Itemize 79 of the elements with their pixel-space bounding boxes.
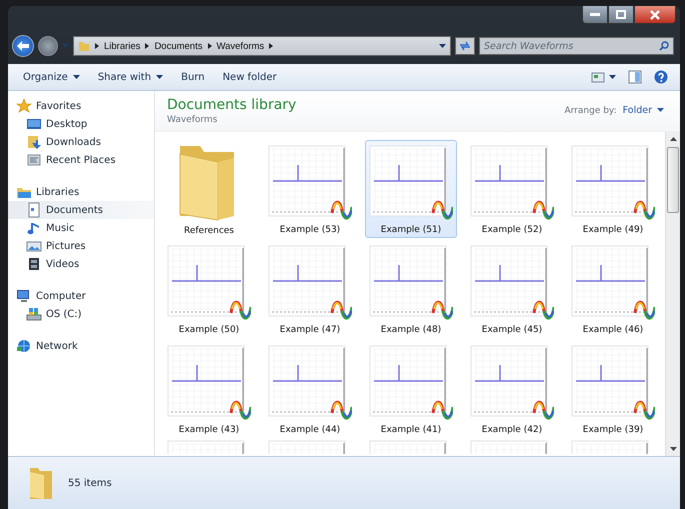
- minimize-button[interactable]: [582, 6, 608, 24]
- file-item[interactable]: Example (41): [365, 340, 457, 438]
- scroll-down-icon[interactable]: [670, 447, 676, 451]
- chevron-icon: [208, 43, 212, 49]
- recent-icon: [26, 152, 42, 168]
- nav-item[interactable]: OS (C:): [8, 305, 154, 323]
- file-item[interactable]: Example (46): [567, 240, 659, 338]
- help-icon: [654, 70, 668, 84]
- file-item[interactable]: Example (43): [163, 340, 255, 438]
- nav-item[interactable]: Music: [8, 219, 154, 237]
- toolbar-button[interactable]: Share with: [90, 68, 170, 86]
- file-item[interactable]: References: [163, 140, 255, 238]
- chevron-icon: [269, 43, 274, 49]
- caret-icon: [657, 108, 664, 113]
- back-button[interactable]: [12, 35, 34, 57]
- search-icon: [659, 41, 669, 51]
- computer-icon: [16, 288, 32, 304]
- minimize-icon: [590, 12, 600, 16]
- toolbar-button[interactable]: Burn: [174, 68, 212, 86]
- folder-icon: [78, 40, 90, 52]
- history-caret-icon: [62, 44, 69, 48]
- library-title: Documents library: [167, 97, 296, 113]
- file-item[interactable]: Example (47): [264, 240, 356, 338]
- star-icon: [16, 98, 32, 114]
- library-subtitle: Waveforms: [167, 115, 218, 125]
- folder-icon: [28, 466, 54, 500]
- arrange-dropdown[interactable]: Folder: [622, 105, 664, 116]
- desktop-icon: [26, 116, 42, 132]
- scroll-up-icon[interactable]: [670, 137, 676, 141]
- breadcrumb[interactable]: Waveforms: [216, 40, 264, 52]
- maximize-button[interactable]: [608, 6, 634, 24]
- toolbar-button[interactable]: New folder: [216, 68, 284, 86]
- file-item[interactable]: Example (51): [365, 140, 457, 238]
- file-item[interactable]: Example (49): [567, 140, 659, 238]
- nav-item[interactable]: Downloads: [8, 133, 154, 151]
- file-item[interactable]: Example (45): [466, 240, 558, 338]
- forward-button[interactable]: [38, 36, 58, 56]
- nav-item[interactable]: Pictures: [8, 237, 154, 255]
- scrollbar-thumb[interactable]: [667, 147, 679, 213]
- nav-group[interactable]: Computer: [8, 287, 154, 305]
- breadcrumb[interactable]: Libraries: [104, 40, 140, 52]
- nav-group[interactable]: Favorites: [8, 97, 154, 115]
- drive-icon: [26, 306, 42, 322]
- back-arrow-icon: [17, 41, 29, 51]
- downloads-icon: [26, 134, 42, 150]
- nav-item[interactable]: Desktop: [8, 115, 154, 133]
- file-item[interactable]: Example (42): [466, 340, 558, 438]
- caret-icon: [609, 74, 616, 80]
- toolbar-button[interactable]: Organize: [16, 68, 87, 86]
- chevron-icon: [145, 43, 150, 49]
- file-item[interactable]: Example (50): [163, 240, 255, 338]
- breadcrumb[interactable]: Documents: [154, 40, 202, 52]
- file-item[interactable]: Example (48): [365, 240, 457, 338]
- file-item[interactable]: Example (53): [264, 140, 356, 238]
- network-icon: [16, 338, 32, 354]
- chevron-icon: [95, 43, 99, 49]
- nav-item[interactable]: Videos: [8, 255, 154, 273]
- refresh-icon: [459, 41, 471, 51]
- refresh-button[interactable]: [455, 37, 475, 55]
- file-item[interactable]: Example (44): [264, 340, 356, 438]
- dropdown-caret-icon: [439, 44, 446, 48]
- nav-item[interactable]: Recent Places: [8, 151, 154, 169]
- view-icon: [591, 71, 605, 83]
- nav-item[interactable]: Documents: [8, 201, 154, 219]
- close-button[interactable]: [634, 6, 676, 24]
- nav-group[interactable]: Network: [8, 337, 154, 355]
- address-bar[interactable]: Libraries Documents Waveforms: [73, 36, 451, 56]
- music-icon: [26, 220, 42, 236]
- videos-icon: [26, 256, 42, 272]
- item-count: 55 items: [68, 478, 112, 488]
- preview-pane-icon: [628, 70, 642, 84]
- file-item[interactable]: Example (39): [567, 340, 659, 438]
- nav-group[interactable]: Libraries: [8, 183, 154, 201]
- maximize-icon: [616, 10, 626, 19]
- arrange-label: Arrange by:: [564, 106, 617, 116]
- document-icon: [26, 202, 42, 218]
- search-field[interactable]: Search Waveforms: [479, 37, 674, 55]
- file-item[interactable]: Example (52): [466, 140, 558, 238]
- close-icon: [650, 10, 660, 20]
